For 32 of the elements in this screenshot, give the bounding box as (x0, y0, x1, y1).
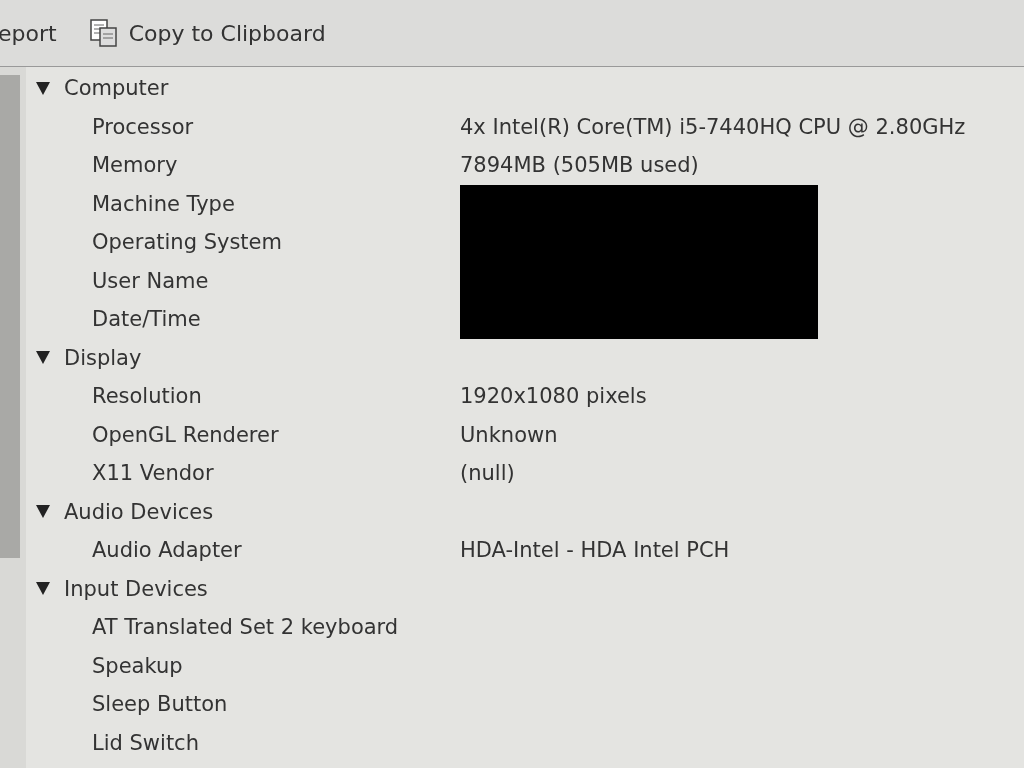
toolbar-button[interactable]: Copy to Clipboard (82, 14, 332, 52)
expander-triangle-icon[interactable] (36, 505, 50, 519)
property-value: 7894MB (505MB used) (460, 153, 699, 178)
property-label: AT Translated Set 2 keyboard (92, 615, 400, 640)
property-value: (null) (460, 461, 515, 486)
tree-node[interactable]: Audio Devices (26, 492, 1024, 531)
tree-node[interactable]: Input Devices (26, 569, 1024, 608)
property-label: Sleep Button (92, 692, 229, 717)
property-label: Date/Time (92, 307, 202, 332)
tree-node[interactable]: Display (26, 338, 1024, 377)
scrollbar[interactable] (0, 75, 20, 558)
property-label: Resolution (92, 384, 203, 409)
property-label: Audio Adapter (92, 538, 243, 563)
expander-triangle-icon[interactable] (36, 582, 50, 596)
property-label: User Name (92, 268, 210, 293)
property-value: 1920x1080 pixels (460, 384, 647, 409)
property-value: Unknown (460, 422, 558, 447)
property-value: HDA-Intel - HDA Intel PCH (460, 538, 730, 563)
expander-triangle-icon[interactable] (36, 351, 50, 365)
property-label: Operating System (92, 230, 283, 255)
property-label: Speakup (92, 653, 184, 678)
property-label: Lid Switch (92, 730, 200, 755)
property-label: Processor (92, 114, 195, 139)
tree-node[interactable]: Computer (26, 69, 1024, 108)
expander-triangle-icon[interactable] (36, 81, 50, 95)
property-label: X11 Vendor (92, 461, 215, 486)
property-label: Memory (92, 153, 179, 178)
property-value: 4x Intel(R) Core(TM) i5-7440HQ CPU @ 2.80GHz (460, 114, 966, 139)
clipboard-icon (88, 18, 119, 48)
toolbar-button[interactable]: eport (0, 16, 63, 50)
property-label: OpenGL Renderer (92, 422, 280, 447)
property-label: Machine Type (92, 191, 236, 216)
